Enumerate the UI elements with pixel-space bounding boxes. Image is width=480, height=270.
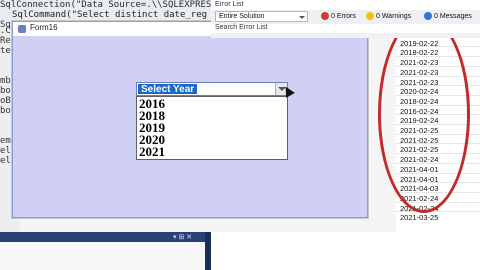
error-list-header: Error List <box>211 0 480 10</box>
output-panel <box>0 242 205 270</box>
errors-filter-button[interactable]: 0 Errors <box>321 12 356 22</box>
date-row: 2021-03-25 <box>396 211 480 222</box>
form-app-icon <box>18 25 26 33</box>
warnings-count: 0 Warnings <box>376 13 412 20</box>
year-combobox-text[interactable]: Select Year <box>138 84 198 95</box>
year-dropdown-list[interactable]: 2016 2018 2019 2020 2021 <box>136 96 288 160</box>
form-title: Form16 <box>30 23 58 32</box>
error-list-columns <box>211 33 480 38</box>
panel-controls-icon[interactable]: ▾ ⊞ ✕ <box>173 233 192 241</box>
message-icon <box>424 12 432 21</box>
warning-icon <box>366 12 374 21</box>
scope-select[interactable]: Entire Solution <box>215 11 308 22</box>
panel-divider[interactable] <box>205 232 211 270</box>
year-combobox[interactable]: Select Year <box>136 82 288 96</box>
search-input[interactable]: Search Error List <box>215 24 268 31</box>
year-option[interactable]: 2021 <box>139 145 165 158</box>
scope-value: Entire Solution <box>219 13 265 20</box>
error-icon <box>321 12 329 21</box>
chevron-down-icon <box>299 16 305 19</box>
form-window[interactable]: Form16 Select Year 2016 2018 2019 2020 2… <box>12 21 368 218</box>
error-search-bar[interactable]: Search Error List <box>211 24 480 33</box>
form-body: Select Year 2016 2018 2019 2020 2021 <box>13 36 367 217</box>
error-list-title: Error List <box>215 1 244 8</box>
date-value: 2021-03-25 <box>400 213 439 223</box>
error-list-toolbar: Entire Solution 0 Errors 0 Warnings 0 Me… <box>211 10 480 24</box>
warnings-filter-button[interactable]: 0 Warnings <box>366 12 411 22</box>
red-annotation-circle <box>378 15 470 213</box>
bottom-panels: ▾ ⊞ ✕ <box>0 232 480 270</box>
errors-count: 0 Errors <box>331 13 356 20</box>
messages-count: 0 Messages <box>434 13 472 20</box>
output-panel-header: ▾ ⊞ ✕ <box>0 232 205 242</box>
messages-filter-button[interactable]: 0 Messages <box>424 12 472 22</box>
